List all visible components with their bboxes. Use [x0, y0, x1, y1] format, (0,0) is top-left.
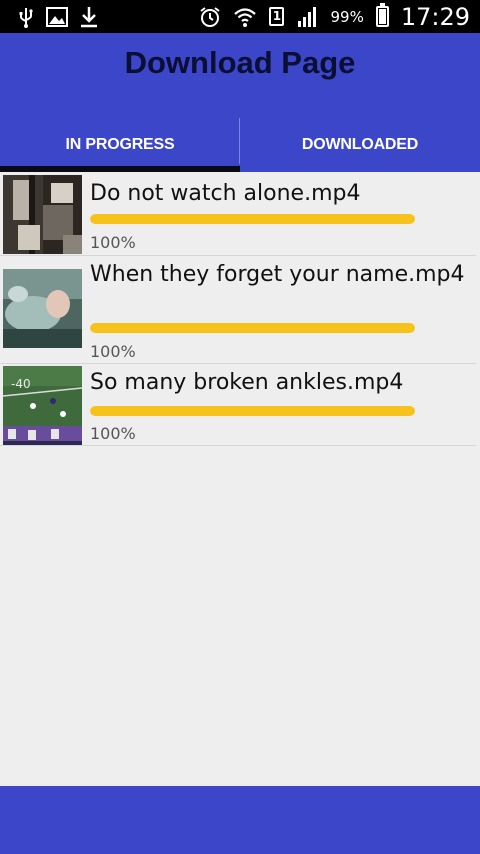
video-thumbnail [3, 175, 82, 254]
download-progress-fill [90, 323, 415, 333]
wifi-icon [233, 6, 257, 28]
battery-percent: 99% [330, 7, 364, 26]
download-icon [80, 6, 98, 28]
clock: 17:29 [400, 2, 470, 31]
list-item[interactable]: When they forget your name.mp4 100% [0, 256, 476, 364]
video-thumbnail: -40 [3, 366, 82, 445]
screen: 1 99% 17:29 Download Page IN PROGRESS DO… [0, 0, 480, 854]
tab-downloaded-label: DOWNLOADED [301, 135, 419, 153]
tab-downloaded[interactable]: DOWNLOADED [240, 117, 480, 172]
download-name: When they forget your name.mp4 [90, 262, 465, 287]
list-item[interactable]: Do not watch alone.mp4 100% [0, 172, 476, 256]
signal-icon [296, 6, 318, 28]
download-list: Do not watch alone.mp4 100% When they fo… [0, 172, 480, 446]
download-progress-bar [90, 406, 415, 416]
bottom-bar [0, 786, 480, 854]
status-bar-right: 1 99% 17:29 [199, 3, 470, 31]
download-name: So many broken ankles.mp4 [90, 370, 404, 395]
download-percent: 100% [90, 233, 136, 252]
battery-icon [375, 3, 389, 27]
tab-bar: IN PROGRESS DOWNLOADED [0, 117, 480, 172]
tab-divider [239, 118, 240, 164]
sim-icon: 1 [269, 7, 285, 26]
page-title: Download Page [124, 45, 356, 80]
download-progress-bar [90, 323, 415, 333]
download-name: Do not watch alone.mp4 [90, 181, 361, 206]
download-progress-fill [90, 214, 415, 224]
status-bar-left [18, 6, 98, 28]
download-progress-fill [90, 406, 415, 416]
alarm-icon [199, 6, 221, 28]
list-item[interactable]: -40 So many broken ankles.mp4 100% [0, 364, 476, 446]
image-icon [46, 6, 68, 27]
video-thumbnail [3, 269, 82, 348]
tab-in-progress[interactable]: IN PROGRESS [0, 117, 240, 172]
download-percent: 100% [90, 342, 136, 361]
svg-text:-40: -40 [11, 377, 31, 391]
status-bar: 1 99% 17:29 [0, 0, 480, 33]
download-percent: 100% [90, 424, 136, 443]
tab-in-progress-label: IN PROGRESS [65, 135, 175, 153]
download-progress-bar [90, 214, 415, 224]
usb-icon [18, 6, 34, 28]
